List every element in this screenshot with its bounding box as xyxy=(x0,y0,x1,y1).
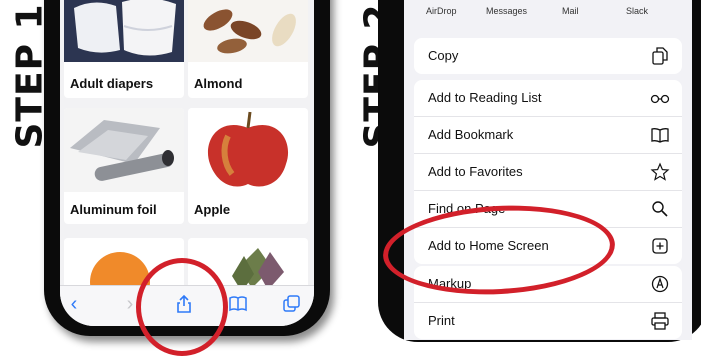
bookmarks-icon[interactable] xyxy=(228,294,248,314)
book-icon xyxy=(651,128,669,143)
product-card[interactable]: Almond xyxy=(188,0,308,98)
product-label: Aluminum foil xyxy=(70,202,157,217)
tabs-icon[interactable] xyxy=(282,294,302,314)
product-card[interactable]: Adult diapers xyxy=(64,0,184,98)
product-label: Almond xyxy=(194,76,243,91)
almond-image xyxy=(188,0,308,62)
copy-group: Copy xyxy=(414,38,682,74)
plus-square-icon xyxy=(652,238,668,254)
menu-item-label: Add to Reading List xyxy=(428,90,542,105)
star-icon xyxy=(650,162,670,181)
menu-item-print[interactable]: Print xyxy=(414,303,682,339)
product-label: Adult diapers xyxy=(70,76,154,91)
menu-item-copy[interactable]: Copy xyxy=(414,38,682,74)
printer-icon xyxy=(651,312,669,330)
product-card[interactable]: Aluminum foil xyxy=(64,108,184,224)
share-apps-row: AirDrop Messages Mail Slack xyxy=(404,6,692,20)
menu-item-label: Print xyxy=(428,313,455,328)
menu-item-add-bookmark[interactable]: Add Bookmark xyxy=(414,117,682,154)
menu-item-label: Add to Favorites xyxy=(428,164,523,179)
app-airdrop[interactable]: AirDrop xyxy=(426,6,457,16)
menu-item-label: Copy xyxy=(428,48,459,63)
menu-item-add-to-reading-list[interactable]: Add to Reading List xyxy=(414,80,682,117)
adult-diapers-image xyxy=(64,0,184,62)
app-slack[interactable]: Slack xyxy=(626,6,648,16)
back-icon[interactable]: ‹ xyxy=(64,294,84,314)
menu-item-label: Add Bookmark xyxy=(428,127,514,142)
copy-icon xyxy=(652,47,668,65)
glasses-icon xyxy=(650,94,670,104)
aluminum-foil-image xyxy=(64,108,184,192)
app-mail[interactable]: Mail xyxy=(562,6,579,16)
share-highlight-circle xyxy=(136,258,228,356)
markup-icon xyxy=(651,275,669,293)
magnifier-icon xyxy=(652,201,668,217)
product-label: Apple xyxy=(194,202,231,217)
product-card[interactable]: Apple xyxy=(188,108,308,224)
app-messages[interactable]: Messages xyxy=(486,6,527,16)
menu-item-add-to-favorites[interactable]: Add to Favorites xyxy=(414,154,682,191)
apple-image xyxy=(188,108,308,192)
